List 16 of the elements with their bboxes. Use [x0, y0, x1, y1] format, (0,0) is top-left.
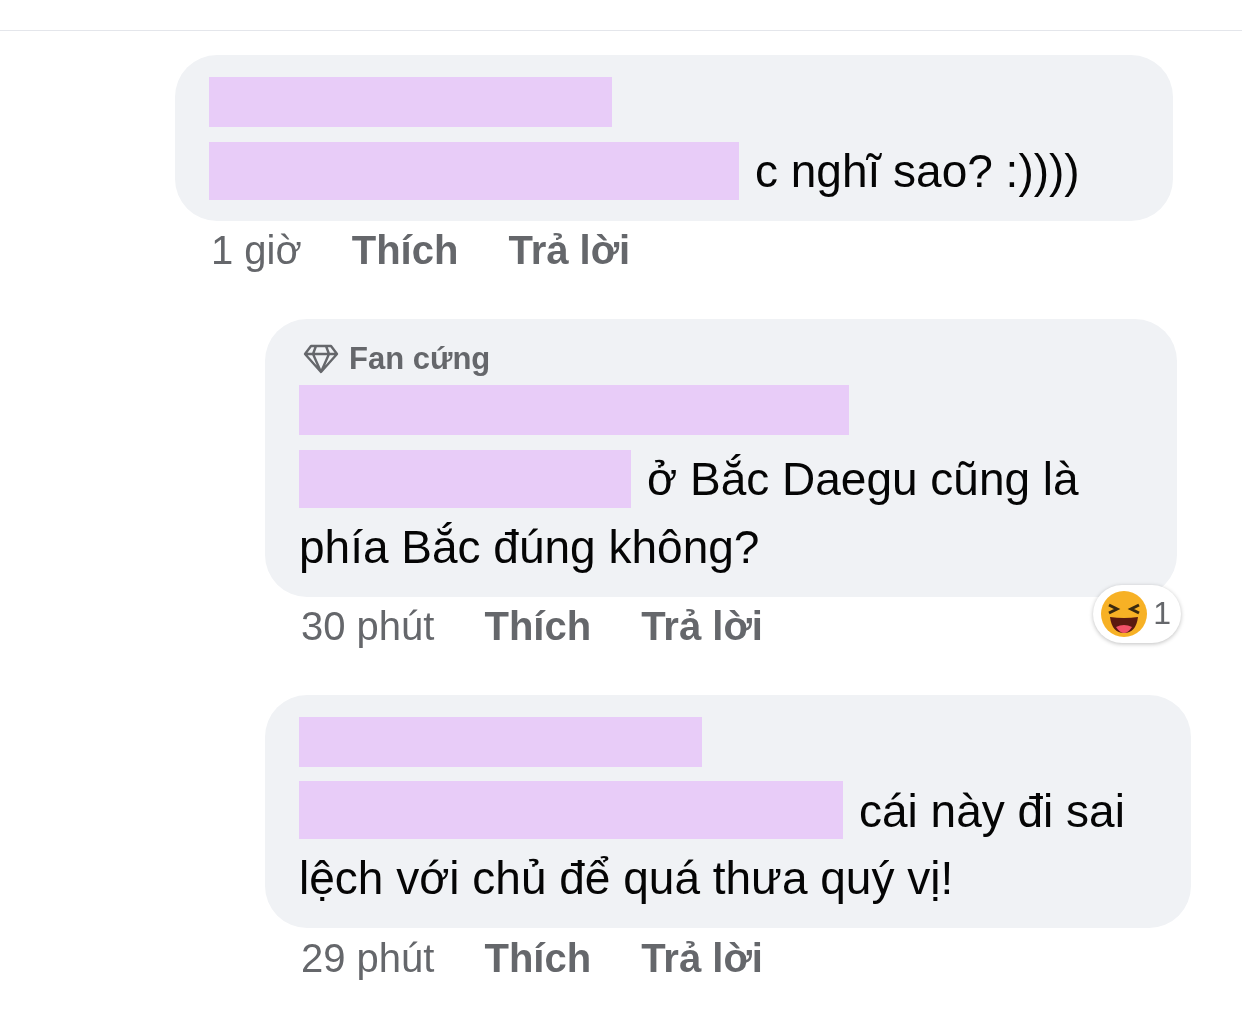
comment-time: 29 phút: [301, 935, 435, 981]
like-link[interactable]: Thích: [351, 228, 459, 274]
laughing-emoji-icon: [1099, 588, 1150, 639]
reply-link[interactable]: Trả lời: [508, 228, 631, 274]
reaction-badge[interactable]: 1: [1093, 584, 1181, 643]
comment-text: ở Bắc Daegu cũng là phía Bắc đúng không?: [299, 442, 1143, 579]
diamond-icon: [303, 343, 339, 374]
comment-time: 1 giờ: [211, 228, 302, 274]
comment-text: cái này đi sai lệch với chủ để quá thưa quý vị!: [299, 774, 1157, 911]
like-link[interactable]: Thích: [484, 935, 592, 981]
like-link[interactable]: Thích: [484, 604, 592, 650]
comment-time: 30 phút: [301, 604, 435, 650]
reply-link[interactable]: Trả lời: [641, 935, 763, 981]
comment-text: c nghĩ sao? :)))): [209, 135, 1139, 203]
reply-link[interactable]: Trả lời: [641, 604, 763, 650]
badge-label: Fan cứng: [349, 340, 491, 377]
